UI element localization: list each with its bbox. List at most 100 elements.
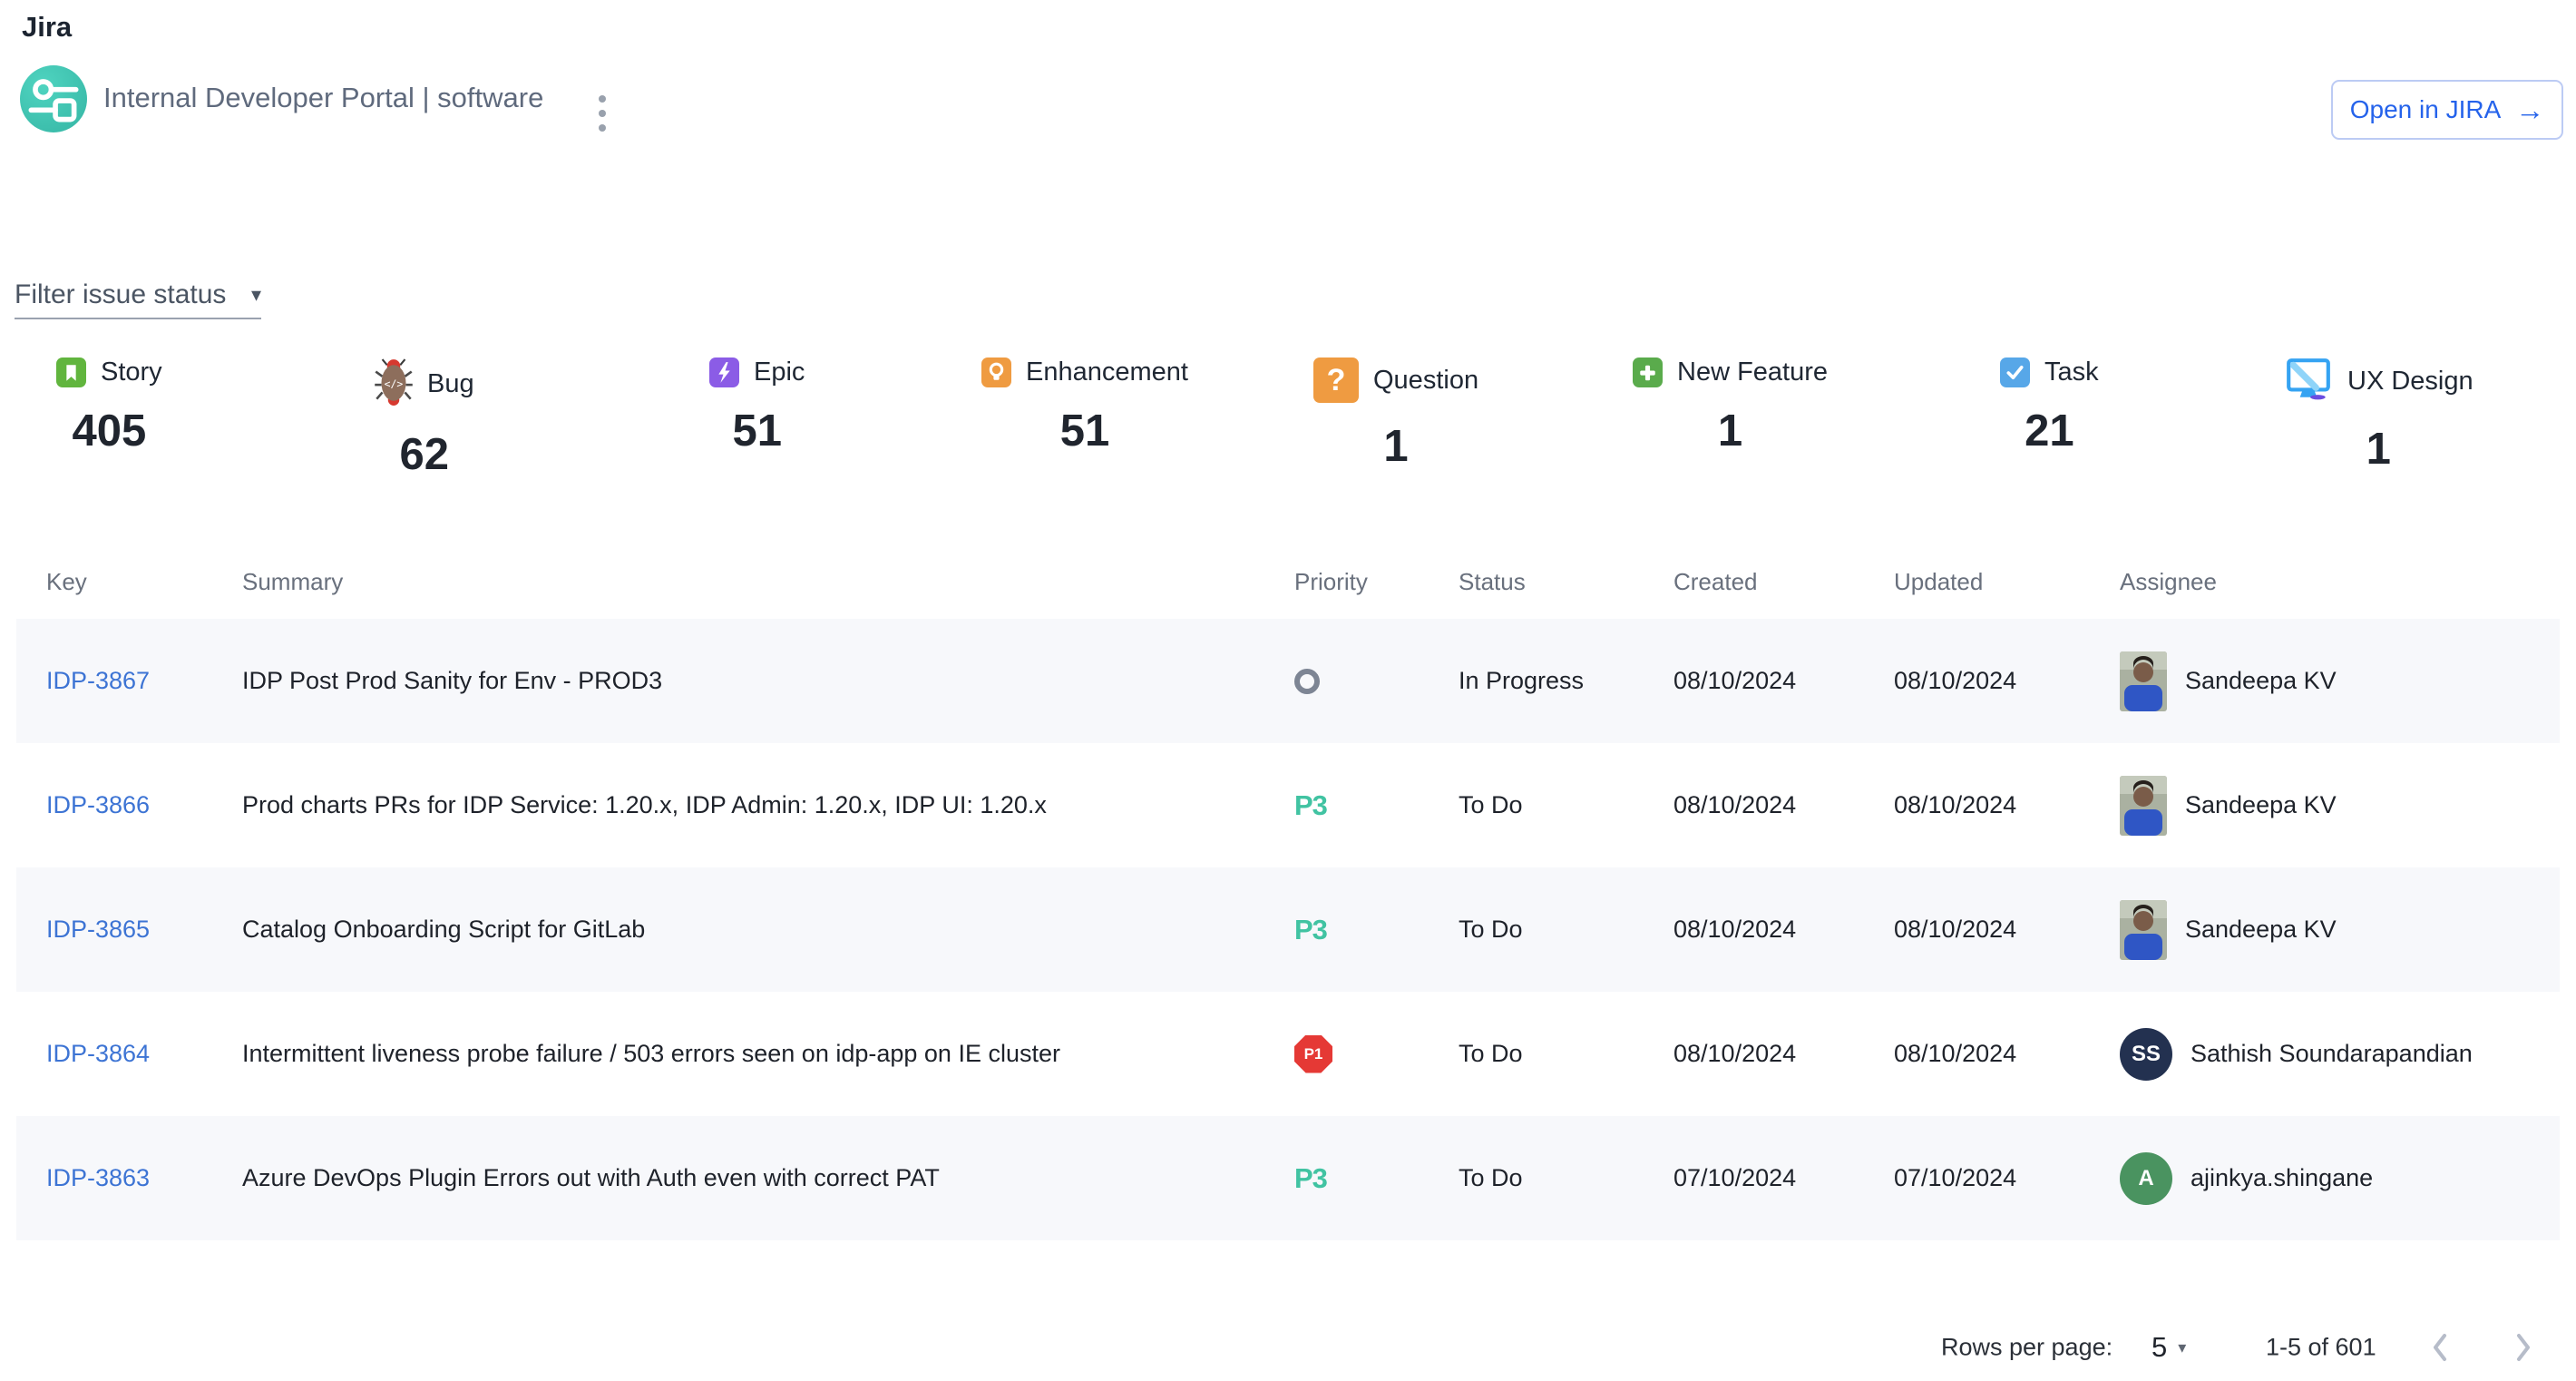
issue-type-count: 405 [72, 406, 146, 456]
issue-type-label: Bug [427, 369, 474, 399]
issue-updated: 07/10/2024 [1894, 1116, 2016, 1240]
issue-summary: Prod charts PRs for IDP Service: 1.20.x,… [242, 743, 1047, 867]
filter-label: Filter issue status [15, 279, 226, 310]
widget-title: Jira [22, 11, 72, 44]
counter-new-feature: New Feature 1 [1633, 357, 1828, 456]
issue-type-label: Enhancement [1026, 357, 1188, 387]
issue-key-link[interactable]: IDP-3865 [46, 916, 150, 944]
assignee-name: ajinkya.shingane [2191, 1164, 2373, 1192]
ux-design-icon [2284, 357, 2333, 406]
issue-type-label: Question [1373, 366, 1478, 396]
assignee-name: Sandeepa KV [2185, 667, 2337, 695]
col-header-key: Key [46, 544, 87, 619]
priority-p3-icon: P3 [1294, 914, 1327, 946]
issues-table: Key Summary Priority Status Created Upda… [16, 544, 2560, 1240]
counter-epic: Epic 51 [709, 357, 805, 456]
issue-updated: 08/10/2024 [1894, 619, 2016, 743]
chevron-down-icon: ▾ [251, 283, 261, 307]
priority-p3-icon: P3 [1294, 1162, 1327, 1195]
issue-created: 07/10/2024 [1673, 1116, 1796, 1240]
table-row: IDP-3865 Catalog Onboarding Script for G… [16, 867, 2560, 992]
issue-type-count: 21 [2025, 406, 2074, 456]
assignee-name: Sandeepa KV [2185, 791, 2337, 819]
counter-story: Story 405 [56, 357, 162, 456]
open-in-jira-button[interactable]: Open in JIRA → [2331, 80, 2563, 140]
col-header-updated: Updated [1894, 544, 1983, 619]
issue-summary: Azure DevOps Plugin Errors out with Auth… [242, 1116, 940, 1240]
counter-ux-design: UX Design 1 [2284, 357, 2474, 475]
issue-type-count: 1 [1383, 421, 1408, 472]
assignee-avatar: SS [2120, 1028, 2172, 1081]
priority-p1-icon: P1 [1294, 1035, 1332, 1073]
issue-updated: 08/10/2024 [1894, 867, 2016, 992]
issue-type-count: 1 [1718, 406, 1742, 456]
assignee-name: Sathish Soundarapandian [2191, 1040, 2473, 1068]
issue-key-link[interactable]: IDP-3863 [46, 1164, 150, 1192]
chevron-left-icon [2430, 1332, 2450, 1363]
issue-summary: Catalog Onboarding Script for GitLab [242, 867, 645, 992]
rows-per-page-label: Rows per page: [1941, 1334, 2113, 1362]
issue-key-link[interactable]: IDP-3866 [46, 791, 150, 819]
story-icon [56, 357, 86, 387]
issue-type-count: 51 [732, 406, 782, 456]
issue-created: 08/10/2024 [1673, 743, 1796, 867]
chevron-right-icon [2513, 1332, 2533, 1363]
issue-type-counters: Story 405 [0, 357, 2576, 530]
chevron-down-icon: ▾ [2178, 1338, 2186, 1357]
pagination-range: 1-5 of 601 [2266, 1334, 2376, 1362]
enhancement-icon [981, 357, 1011, 387]
counter-bug: </> Bug 62 [375, 357, 474, 480]
table-row: IDP-3863 Azure DevOps Plugin Errors out … [16, 1116, 2560, 1240]
filter-issue-status-dropdown[interactable]: Filter issue status ▾ [15, 272, 261, 319]
issue-updated: 08/10/2024 [1894, 743, 2016, 867]
bug-icon: </> [375, 357, 413, 411]
open-in-jira-label: Open in JIRA [2350, 95, 2502, 124]
issue-created: 08/10/2024 [1673, 867, 1796, 992]
task-icon [2000, 357, 2030, 387]
issue-type-label: Story [101, 357, 162, 387]
issue-summary: Intermittent liveness probe failure / 50… [242, 992, 1060, 1116]
col-header-summary: Summary [242, 544, 343, 619]
col-header-assignee: Assignee [2120, 544, 2217, 619]
assignee-name: Sandeepa KV [2185, 916, 2337, 944]
table-row: IDP-3864 Intermittent liveness probe fai… [16, 992, 2560, 1116]
counter-task: Task 21 [2000, 357, 2099, 456]
col-header-priority: Priority [1294, 544, 1368, 619]
project-title: Internal Developer Portal | software [103, 82, 543, 114]
priority-none-icon [1294, 669, 1320, 694]
issue-type-count: 51 [1060, 406, 1110, 456]
sliders-icon [20, 65, 87, 132]
issue-type-count: 62 [400, 429, 450, 480]
table-row: IDP-3867 IDP Post Prod Sanity for Env - … [16, 619, 2560, 743]
col-header-created: Created [1673, 544, 1758, 619]
rows-per-page-select[interactable]: 5 ▾ [2152, 1331, 2186, 1364]
issue-type-label: Task [2044, 357, 2099, 387]
previous-page-button[interactable] [2420, 1327, 2460, 1367]
issue-status: In Progress [1459, 619, 1584, 743]
kebab-menu-icon[interactable] [584, 93, 620, 134]
issue-created: 08/10/2024 [1673, 992, 1796, 1116]
table-row: IDP-3866 Prod charts PRs for IDP Service… [16, 743, 2560, 867]
counter-enhancement: Enhancement 51 [981, 357, 1188, 456]
issue-type-label: Epic [754, 357, 805, 387]
issue-key-link[interactable]: IDP-3864 [46, 1040, 150, 1068]
issue-type-label: New Feature [1677, 357, 1828, 387]
issue-status: To Do [1459, 1116, 1523, 1240]
issue-updated: 08/10/2024 [1894, 992, 2016, 1116]
issue-created: 08/10/2024 [1673, 619, 1796, 743]
svg-text:</>: </> [385, 377, 404, 390]
counter-question: ? Question 1 [1313, 357, 1478, 472]
assignee-avatar [2120, 776, 2167, 836]
issue-key-link[interactable]: IDP-3867 [46, 667, 150, 695]
next-page-button[interactable] [2503, 1327, 2543, 1367]
issue-status: To Do [1459, 992, 1523, 1116]
rows-per-page-value: 5 [2152, 1331, 2167, 1364]
assignee-avatar: A [2120, 1152, 2172, 1205]
issue-type-label: UX Design [2347, 367, 2474, 397]
issue-status: To Do [1459, 743, 1523, 867]
assignee-avatar [2120, 651, 2167, 711]
pagination-bar: Rows per page: 5 ▾ 1-5 of 601 [0, 1314, 2576, 1381]
jira-project-logo-icon [20, 65, 87, 132]
table-header-row: Key Summary Priority Status Created Upda… [16, 544, 2560, 619]
issue-type-count: 1 [2366, 424, 2391, 475]
